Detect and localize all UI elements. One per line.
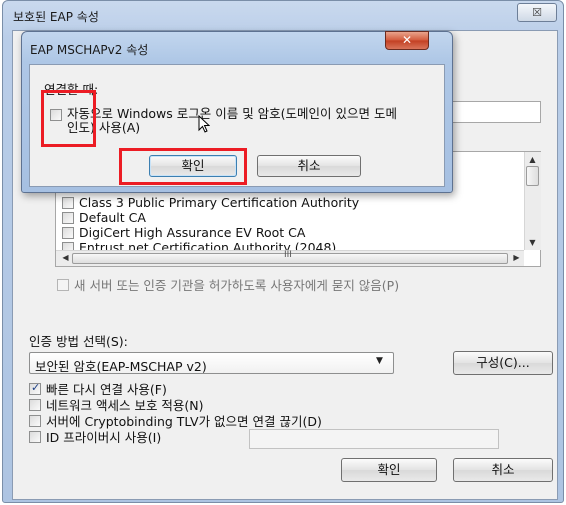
dropdown-arrow-icon: ▼ bbox=[376, 356, 383, 366]
scroll-down-arrow-icon[interactable]: ▼ bbox=[526, 238, 539, 247]
fast-reconnect-checkbox[interactable] bbox=[29, 381, 41, 395]
scroll-right-arrow-icon[interactable]: ▶ bbox=[510, 253, 523, 262]
highlight-box-ok-button bbox=[119, 148, 247, 185]
identity-privacy-option[interactable]: ID 프라이버시 사용(I) bbox=[29, 429, 162, 445]
identity-privacy-field[interactable] bbox=[249, 429, 499, 449]
auto-logon-label: 자동으로 Windows 로그온 이름 및 암호(도메인이 있으면 도메인도) … bbox=[67, 106, 397, 135]
cert-label: DigiCert High Assurance EV Root CA bbox=[79, 225, 306, 240]
outer-close-button[interactable]: ☒ bbox=[517, 3, 557, 22]
scroll-grip-icon: III bbox=[284, 250, 292, 260]
auth-method-label: 인증 방법 선택(S): bbox=[29, 334, 128, 349]
cert-label: Class 3 Public Primary Certification Aut… bbox=[79, 195, 360, 210]
configure-button[interactable]: 구성(C)... bbox=[453, 351, 553, 375]
inner-close-button[interactable]: ✕ bbox=[385, 31, 429, 50]
outer-ok-button[interactable]: 확인 bbox=[341, 458, 437, 482]
cert-checkbox[interactable] bbox=[62, 211, 74, 224]
cert-label: Default CA bbox=[79, 210, 146, 225]
vertical-scroll-thumb[interactable] bbox=[526, 166, 539, 186]
inner-dialog-title: EAP MSCHAPv2 속성 bbox=[30, 43, 149, 57]
identity-privacy-checkbox[interactable] bbox=[29, 430, 41, 443]
nap-enforcement-option[interactable]: 네트워크 액세스 보호 적용(N) bbox=[29, 397, 204, 413]
cryptobinding-option[interactable]: 서버에 Cryptobinding TLV가 없으면 연결 끊기(D) bbox=[29, 413, 322, 429]
no-prompt-label: 새 서버 또는 인증 기관을 허가하도록 사용자에게 묻지 않음(P) bbox=[74, 278, 400, 293]
cryptobinding-checkbox[interactable] bbox=[29, 414, 41, 427]
outer-cancel-button[interactable]: 취소 bbox=[453, 458, 553, 482]
auto-logon-option[interactable]: 자동으로 Windows 로그온 이름 및 암호(도메인이 있으면 도메인도) … bbox=[50, 107, 397, 139]
inner-cancel-button[interactable]: 취소 bbox=[257, 155, 361, 177]
scroll-up-arrow-icon[interactable]: ▲ bbox=[526, 155, 539, 164]
no-prompt-option[interactable]: 새 서버 또는 인증 기관을 허가하도록 사용자에게 묻지 않음(P) bbox=[57, 277, 400, 293]
cert-checkbox[interactable] bbox=[62, 226, 74, 239]
cert-list-item[interactable]: DigiCert High Assurance EV Root CA bbox=[62, 225, 305, 240]
nap-checkbox[interactable] bbox=[29, 398, 41, 411]
cert-list-item[interactable]: Class 3 Public Primary Certification Aut… bbox=[62, 195, 359, 210]
option-label: ID 프라이버시 사용(I) bbox=[46, 430, 162, 445]
scroll-left-arrow-icon[interactable]: ◀ bbox=[59, 253, 72, 262]
auth-method-value: 보안된 암호(EAP-MSCHAP v2) bbox=[35, 359, 207, 374]
auth-method-select[interactable]: 보안된 암호(EAP-MSCHAP v2) ▼ bbox=[29, 352, 394, 374]
fast-reconnect-option[interactable]: 빠른 다시 연결 사용(F) bbox=[29, 381, 167, 397]
no-prompt-checkbox[interactable] bbox=[57, 278, 69, 291]
cert-checkbox[interactable] bbox=[62, 196, 74, 209]
outer-dialog-title: 보호된 EAP 속성 bbox=[13, 10, 99, 24]
cert-list-item[interactable]: Default CA bbox=[62, 210, 146, 225]
mouse-pointer-icon bbox=[198, 115, 210, 133]
highlight-box-checkbox bbox=[41, 90, 96, 147]
